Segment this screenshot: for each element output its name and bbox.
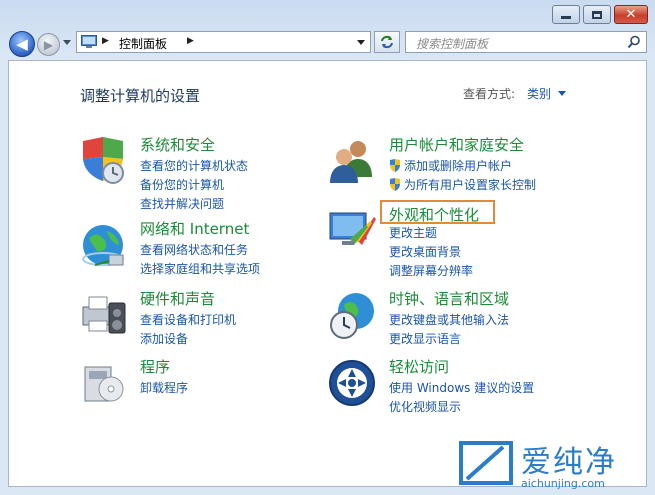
view-by-dropdown[interactable]: 类别 [527,85,551,102]
category-link[interactable]: 更改键盘或其他输入法 [389,311,509,328]
programs-disc-icon [84,366,124,402]
category-link[interactable]: 选择家庭组和共享选项 [140,260,260,277]
shield-icon [83,137,124,184]
watermark: 爱纯净 aichunjing.com [455,437,655,495]
category-link[interactable]: 查看您的计算机状态 [140,157,248,174]
category-link[interactable]: 卸载程序 [140,379,188,396]
breadcrumb-separator-icon[interactable]: ▶ [102,36,109,46]
forward-button[interactable]: ▶ [37,33,60,56]
category-link-label[interactable]: 添加或删除用户帐户 [404,159,512,173]
search-box[interactable]: 搜索控制面板 [405,31,647,53]
category-link[interactable]: 为所有用户设置家长控制 [389,176,536,193]
personalization-icon [329,212,376,245]
category-title[interactable]: 网络和 Internet [140,218,249,239]
category-title[interactable]: 用户帐户和家庭安全 [389,134,524,155]
close-icon: ✕ [625,7,637,22]
category-link[interactable]: 更改显示语言 [389,330,461,347]
category-link[interactable]: 查找并解决问题 [140,195,224,212]
view-by-label: 查看方式: [463,87,516,101]
category-link[interactable]: 使用 Windows 建议的设置 [389,379,534,396]
printer-icon [82,296,126,334]
breadcrumb-separator-icon[interactable]: ▶ [187,36,194,46]
forward-arrow-icon: ▶ [43,37,54,52]
address-dropdown-icon[interactable] [357,40,365,45]
minimize-icon [561,16,571,19]
uac-shield-icon [390,159,400,172]
highlight-box [380,200,495,224]
address-bar[interactable]: ▶ 控制面板 ▶ [76,31,371,53]
back-arrow-icon: ◀ [16,35,28,53]
title-bar: ✕ [0,0,655,30]
category-link[interactable]: 查看网络状态和任务 [140,241,248,258]
category-title[interactable]: 硬件和声音 [140,288,215,309]
control-panel-window: ✕ ◀ ▶ ▶ 控制面板 ▶ 搜索控制面板 调整计算机的设置 查看方式: 类别 … [0,0,655,495]
control-panel-icon [81,35,97,48]
category-title[interactable]: 轻松访问 [389,356,449,377]
search-placeholder: 搜索控制面板 [416,37,489,51]
category-link[interactable]: 添加设备 [140,330,188,347]
minimize-button[interactable] [552,5,580,24]
category-title[interactable]: 程序 [140,356,170,377]
category-link[interactable]: 更改桌面背景 [389,243,461,260]
maximize-button[interactable] [583,5,611,24]
refresh-icon [381,35,393,49]
maximize-icon [592,10,602,19]
close-button[interactable]: ✕ [614,5,648,24]
ease-of-access-icon [329,360,375,406]
search-icon[interactable] [627,35,641,49]
category-link[interactable]: 更改主题 [389,224,437,241]
back-button[interactable]: ◀ [9,31,35,57]
recent-pages-dropdown[interactable] [63,40,71,45]
category-link[interactable]: 调整屏幕分辨率 [389,262,473,279]
watermark-url: aichunjing.com [521,477,605,490]
category-title[interactable]: 系统和安全 [140,134,215,155]
view-by-chevron-icon[interactable] [558,91,566,96]
clock-globe-icon [330,293,374,339]
category-title[interactable]: 时钟、语言和区域 [389,288,509,309]
page-heading: 调整计算机的设置 [80,87,201,105]
watermark-logo-icon [459,441,513,485]
category-link[interactable]: 备份您的计算机 [140,176,224,193]
watermark-text: 爱纯净 [521,445,617,480]
breadcrumb-control-panel[interactable]: 控制面板 [119,35,167,52]
category-link[interactable]: 添加或删除用户帐户 [389,157,512,174]
refresh-button[interactable] [374,31,400,53]
uac-shield-icon [390,178,400,191]
network-globe-icon [82,225,124,266]
category-link[interactable]: 查看设备和打印机 [140,311,236,328]
content-pane: 调整计算机的设置 查看方式: 类别 系统和安全 查看您的计算机状态 备份您的计算… [8,60,647,487]
category-link-label[interactable]: 为所有用户设置家长控制 [404,178,536,192]
category-link[interactable]: 优化视频显示 [389,398,461,415]
caption-buttons: ✕ [549,5,648,24]
users-icon [330,141,372,183]
